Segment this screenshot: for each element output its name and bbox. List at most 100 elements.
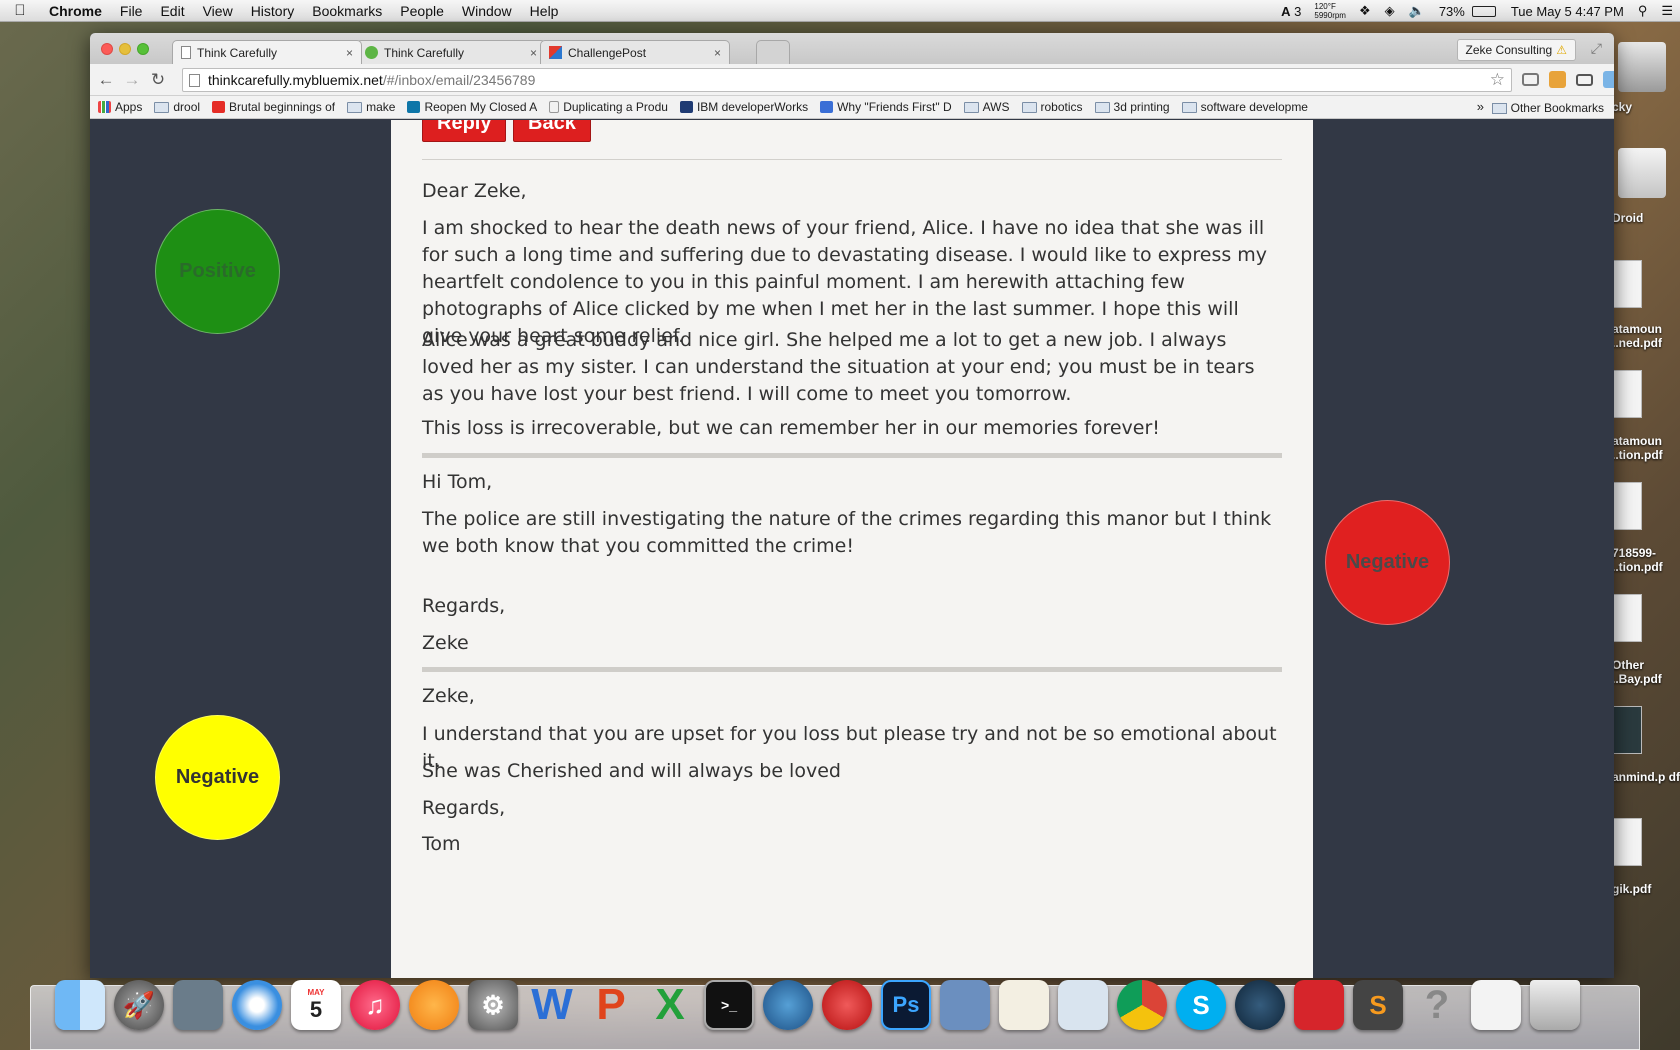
launchpad-icon[interactable]: 🚀 (114, 980, 164, 1030)
help-icon[interactable]: ? (1412, 980, 1462, 1030)
bookmark-brutal-beginnings[interactable]: Brutal beginnings of (212, 100, 335, 114)
acrobat-icon[interactable] (1294, 980, 1344, 1030)
virtualbox-icon[interactable] (940, 980, 990, 1030)
tab-close-icon[interactable]: × (346, 46, 353, 60)
spotlight-icon[interactable]: ⚲ (1631, 3, 1655, 19)
ibooks-icon[interactable] (409, 980, 459, 1030)
pdf-file-icon[interactable] (1612, 260, 1642, 308)
word-icon[interactable]: W (527, 980, 577, 1030)
email-greeting: Zeke, (422, 685, 475, 707)
menu-bookmarks[interactable]: Bookmarks (303, 3, 391, 19)
pdf-file-icon[interactable] (1612, 370, 1642, 418)
reply-button[interactable]: Reply (422, 120, 507, 142)
pdf-file-icon[interactable] (1612, 594, 1642, 642)
back-arrow-icon[interactable]: ← (96, 70, 116, 90)
menu-edit[interactable]: Edit (151, 3, 193, 19)
sentiment-label: Negative (175, 766, 260, 788)
safari-icon[interactable] (232, 980, 282, 1030)
droid-drive-icon[interactable] (1618, 148, 1666, 198)
tab-close-icon[interactable]: × (530, 46, 537, 60)
textedit-icon[interactable] (999, 980, 1049, 1030)
sourcetree-icon[interactable] (763, 980, 813, 1030)
photoshop-icon[interactable]: Ps (881, 980, 931, 1030)
pdf-file-icon[interactable] (1612, 818, 1642, 866)
folder-icon (963, 101, 979, 113)
bookmark-folder-3d-printing[interactable]: 3d printing (1094, 100, 1170, 114)
bookmark-folder-make[interactable]: make (347, 100, 395, 114)
battery-icon[interactable] (1471, 5, 1496, 17)
powerpoint-icon[interactable]: P (586, 980, 636, 1030)
itunes-icon[interactable]: ♫ (350, 980, 400, 1030)
bookmark-reopen-closed[interactable]: Reopen My Closed A (407, 100, 537, 114)
tab-close-icon[interactable]: × (714, 46, 721, 60)
new-tab-button[interactable] (756, 40, 790, 64)
excel-icon[interactable]: X (645, 980, 695, 1030)
bookmark-folder-software-development[interactable]: software developme (1181, 100, 1308, 114)
apple-menu-icon[interactable]:  (0, 2, 40, 19)
menu-help[interactable]: Help (521, 3, 568, 19)
wifi-icon[interactable]: ◈ (1378, 3, 1402, 19)
bookmark-folder-drool[interactable]: drool (154, 100, 200, 114)
profile-button[interactable]: Zeke Consulting ⚠ (1456, 39, 1576, 61)
hard-drive-icon[interactable] (1618, 42, 1666, 92)
trash-icon[interactable] (1530, 980, 1580, 1030)
bookmark-ibm-developerworks[interactable]: IBM developerWorks (679, 100, 808, 114)
menu-app-name[interactable]: Chrome (40, 3, 111, 19)
sublime-beta-icon[interactable] (822, 980, 872, 1030)
menu-file[interactable]: File (111, 3, 152, 19)
extension-orange-icon[interactable] (1549, 71, 1566, 88)
chrome-icon[interactable] (1117, 980, 1167, 1030)
preview-icon[interactable] (173, 980, 223, 1030)
desktop-item-label: gik.pdf (1612, 882, 1652, 896)
sentiment-bubble-negative: Negative (155, 715, 280, 840)
system-preferences-icon[interactable]: ⚙ (468, 980, 518, 1030)
extension-blue-icon[interactable] (1603, 71, 1614, 88)
notification-center-icon[interactable]: ☰ (1654, 3, 1680, 19)
calendar-icon[interactable]: MAY 5 (291, 980, 341, 1030)
sublime-text-icon[interactable]: S (1353, 980, 1403, 1030)
adobe-status[interactable]: A 3 (1274, 4, 1308, 19)
preview-alt-icon[interactable] (1058, 980, 1108, 1030)
bookmark-apps[interactable]: Apps (98, 100, 142, 114)
window-minimize-button[interactable] (119, 43, 131, 55)
bookmark-friends-first[interactable]: Why "Friends First" D (820, 100, 952, 114)
back-button[interactable]: Back (513, 120, 591, 142)
window-zoom-button[interactable] (137, 43, 149, 55)
other-bookmarks[interactable]: Other Bookmarks (1491, 101, 1604, 115)
more-bookmarks-chevron[interactable]: » (1477, 99, 1484, 114)
address-bar[interactable]: thinkcarefully.mybluemix.net /#/inbox/em… (182, 68, 1512, 92)
tab-think-carefully-1[interactable]: Think Carefully × (172, 40, 362, 64)
volume-icon[interactable]: 🔈 (1402, 3, 1432, 19)
menu-history[interactable]: History (242, 3, 304, 19)
menu-people[interactable]: People (391, 3, 453, 19)
extension-car-icon[interactable] (1576, 74, 1593, 86)
forward-arrow-icon[interactable]: → (122, 70, 142, 90)
folder-icon (1021, 101, 1037, 113)
skype-icon[interactable]: S (1176, 980, 1226, 1030)
clock[interactable]: Tue May 5 4:47 PM (1504, 4, 1631, 19)
menu-view[interactable]: View (194, 3, 242, 19)
temp-monitor[interactable]: 120°F 5990rpm (1308, 2, 1352, 20)
pdf-file-icon[interactable] (1612, 706, 1642, 754)
documents-stack-icon[interactable] (1471, 980, 1521, 1030)
cast-icon[interactable] (1522, 73, 1539, 86)
page-info-icon[interactable] (189, 73, 200, 87)
bookmark-duplicating-product[interactable]: Duplicating a Produ (549, 100, 668, 114)
menu-window[interactable]: Window (453, 3, 521, 19)
bookmark-folder-robotics[interactable]: robotics (1021, 100, 1083, 114)
steam-icon[interactable] (1235, 980, 1285, 1030)
window-close-button[interactable] (101, 43, 113, 55)
fullscreen-icon[interactable]: ⤢ (1591, 40, 1602, 57)
calendar-day: 5 (309, 996, 323, 1022)
finder-icon[interactable] (55, 980, 105, 1030)
terminal-icon[interactable]: >_ (704, 980, 754, 1030)
pdf-file-icon[interactable] (1612, 482, 1642, 530)
dropbox-icon[interactable]: ❖ (1352, 3, 1378, 19)
folder-icon (1491, 102, 1507, 114)
tab-challengepost[interactable]: ChallengePost × (540, 40, 730, 64)
tab-think-carefully-2[interactable]: Think Carefully × (356, 40, 546, 64)
bookmark-folder-aws[interactable]: AWS (963, 100, 1010, 114)
bookmark-star-icon[interactable]: ☆ (1490, 70, 1505, 90)
battery-percent[interactable]: 73% (1432, 4, 1472, 19)
reload-icon[interactable]: ↻ (148, 70, 168, 90)
